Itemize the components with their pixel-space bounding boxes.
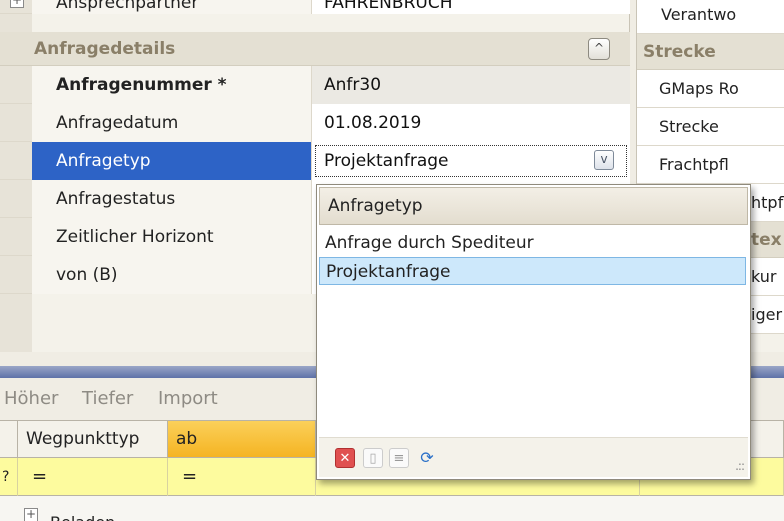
property-row-anfragedatum[interactable]: Anfragedatum 01.08.2019 <box>0 104 630 142</box>
right-row-label: iger <box>751 305 783 324</box>
category-title: Anfragedetails <box>34 39 176 59</box>
refresh-icon[interactable]: ⟳ <box>417 448 437 468</box>
chevron-down-icon[interactable]: v <box>594 150 614 170</box>
column-header-wegpunkttyp[interactable]: Wegpunkttyp <box>18 421 168 457</box>
right-row-label: Frachtpfl <box>659 155 729 174</box>
right-row[interactable]: Verantwo <box>637 0 784 34</box>
property-value[interactable]: Anfr30 <box>312 66 630 104</box>
expand-icon[interactable]: + <box>10 0 24 8</box>
property-label: Anfragestatus <box>32 180 312 218</box>
delete-icon[interactable]: ✕ <box>335 448 355 468</box>
property-row-anfragetyp[interactable]: Anfragetyp Projektanfrage v <box>0 142 630 180</box>
dropdown-option[interactable]: Anfrage durch Spediteur <box>319 229 746 257</box>
resize-grip-icon[interactable]: .:: <box>735 459 745 473</box>
application-window: + Ansprechpartner FAHRENBRUCH Anfragedet… <box>0 0 784 521</box>
right-row[interactable]: Strecke <box>637 108 784 146</box>
dropdown-footer: ✕ ▯ ≡ ⟳ .:: <box>319 437 748 477</box>
move-up-button[interactable]: Höher <box>4 388 58 409</box>
property-value[interactable]: 01.08.2019 <box>312 104 630 142</box>
right-row[interactable]: GMaps Ro <box>637 70 784 108</box>
property-label: Anfragedatum <box>32 104 312 142</box>
property-label: von (B) <box>32 256 312 294</box>
filter-cell-ab[interactable]: = <box>168 458 316 496</box>
right-row-label: GMaps Ro <box>659 79 739 98</box>
category-title: tex <box>751 230 782 250</box>
new-document-icon[interactable]: ▯ <box>363 448 383 468</box>
right-row-label: kur <box>751 267 777 286</box>
right-row[interactable]: Frachtpfl <box>637 146 784 184</box>
table-row[interactable]: + Beladen <box>0 504 784 521</box>
property-row-ansprechpartner[interactable]: + Ansprechpartner FAHRENBRUCH <box>0 0 630 14</box>
anfragetyp-dropdown-popup: Anfragetyp Anfrage durch Spediteur Proje… <box>316 184 751 480</box>
property-row-anfragenummer[interactable]: Anfragenummer * Anfr30 <box>0 66 630 104</box>
category-header-anfragedetails[interactable]: Anfragedetails ^ <box>0 32 630 66</box>
property-label: Anfragetyp <box>32 142 312 180</box>
collapse-icon[interactable]: ^ <box>588 38 610 60</box>
right-row-label: htpfl <box>751 193 784 212</box>
filter-cell-wegpunkttyp[interactable]: = <box>18 458 168 496</box>
category-title: Strecke <box>643 42 716 62</box>
property-label: Ansprechpartner <box>32 0 312 14</box>
right-row-label: Verantwo <box>661 5 737 24</box>
document-list-icon[interactable]: ≡ <box>389 448 409 468</box>
dropdown-option-selected[interactable]: Projektanfrage <box>319 257 746 285</box>
property-label: Anfragenummer * <box>32 66 312 104</box>
column-header-ab[interactable]: ab <box>168 421 316 457</box>
move-down-button[interactable]: Tiefer <box>82 388 133 409</box>
property-value[interactable]: FAHRENBRUCH <box>312 0 630 14</box>
filter-row-indicator: ? <box>0 458 18 496</box>
property-label: Zeitlicher Horizont <box>32 218 312 256</box>
right-row-label: Strecke <box>659 117 719 136</box>
anfragetyp-select[interactable]: Projektanfrage <box>312 142 630 180</box>
row-label: Beladen <box>20 508 115 521</box>
category-header-strecke[interactable]: Strecke <box>637 34 784 70</box>
row-indicator-header <box>0 421 18 457</box>
import-button[interactable]: Import <box>158 388 218 409</box>
dropdown-column-header: Anfragetyp <box>319 187 748 225</box>
